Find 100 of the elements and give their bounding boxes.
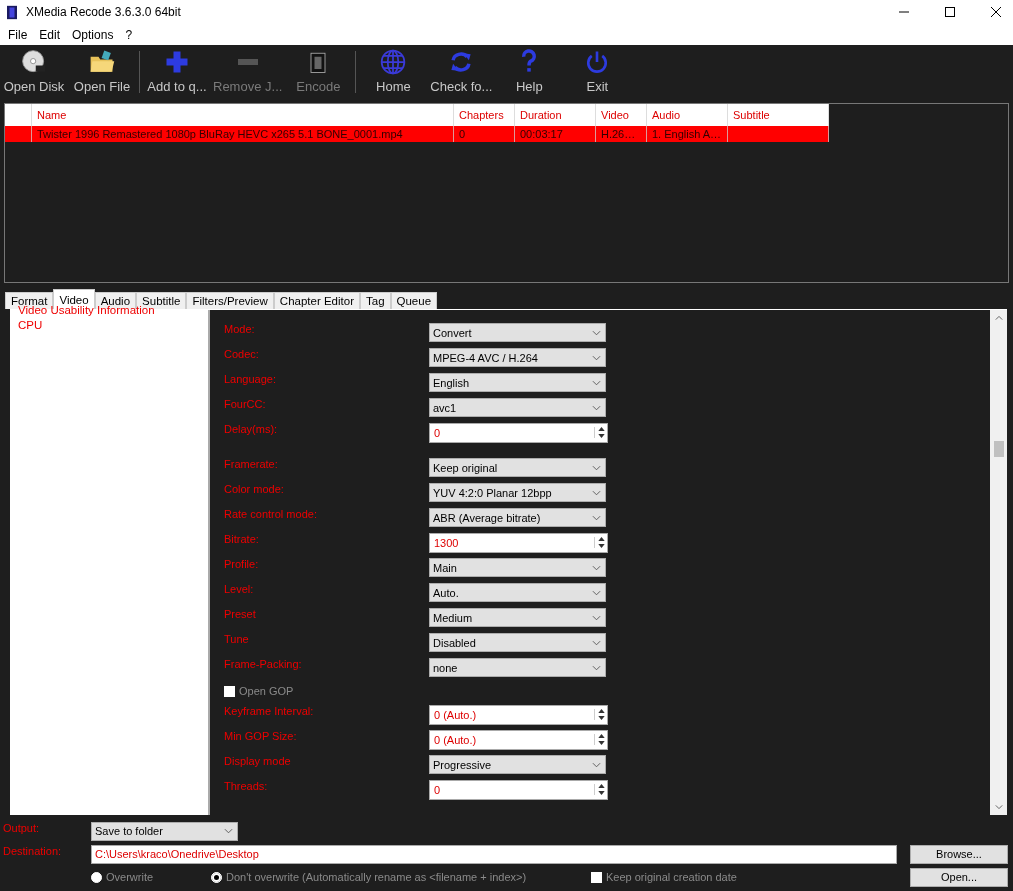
dropdown[interactable]: YUV 4:2:0 Planar 12bpp [429, 483, 606, 502]
toolbar-button[interactable]: Help [495, 48, 564, 94]
dropdown[interactable]: avc1 [429, 398, 606, 417]
radio-label: Don't overwrite (Automatically rename as <filename + index>) [226, 871, 527, 883]
column-header[interactable]: Chapters [453, 104, 515, 126]
setting-label: Keyframe Interval: [224, 705, 315, 717]
spin-field[interactable]: 0 [429, 422, 608, 443]
setting-label: Delay(ms): [224, 423, 279, 435]
spin-up-icon[interactable] [597, 709, 605, 713]
spin-up-icon[interactable] [597, 427, 605, 431]
dropdown[interactable]: none [429, 658, 606, 677]
dropdown[interactable]: MPEG-4 AVC / H.264 [429, 348, 606, 367]
table-cell: 0 [459, 128, 466, 140]
menu-item[interactable]: ? [121, 27, 137, 42]
column-header[interactable]: Audio [646, 104, 728, 126]
spin-field[interactable]: 1300 [429, 532, 608, 553]
minus-icon [237, 59, 258, 65]
chevron-down-icon [592, 354, 601, 361]
destination-field[interactable]: C:\Users\kraco\Onedrive\Desktop [91, 844, 897, 864]
tab[interactable]: Filters/Preview [186, 292, 274, 309]
setting-label: Threads: [224, 780, 269, 792]
category-item[interactable]: CPU [18, 318, 208, 333]
maximize-icon[interactable] [945, 7, 955, 17]
tab[interactable]: Queue [390, 292, 438, 309]
setting-label: FourCC: [224, 398, 267, 410]
globe-icon [379, 48, 408, 76]
dropdown[interactable]: English [429, 373, 606, 392]
spin-field[interactable]: 0 (Auto.) [429, 729, 608, 750]
column-header[interactable]: Video [595, 104, 647, 126]
setting-label: Tune [224, 633, 250, 645]
spin-up-icon[interactable] [597, 784, 605, 788]
table-cell: 00:03:17 [520, 128, 563, 140]
setting-label: Color mode: [224, 483, 285, 495]
tab[interactable]: Chapter Editor [273, 292, 360, 309]
setting-label: Preset [224, 608, 257, 620]
tab[interactable]: Tag [360, 292, 391, 309]
radio-button[interactable] [91, 871, 102, 883]
chevron-down-icon [592, 761, 601, 768]
window-title: XMedia Recode 3.6.3.0 64bit [26, 5, 181, 19]
spin-up-icon[interactable] [597, 537, 605, 541]
dropdown[interactable]: Progressive [429, 755, 606, 774]
open-button[interactable]: Open... [910, 867, 1008, 887]
setting-label: Codec: [224, 348, 260, 360]
chevron-down-icon [224, 828, 233, 834]
menu-item[interactable]: Options [68, 27, 118, 42]
setting-label: Profile: [224, 558, 260, 570]
dropdown[interactable]: Keep original [429, 458, 606, 477]
setting-label: Min GOP Size: [224, 730, 298, 742]
radio-button[interactable] [211, 871, 222, 883]
spin-down-icon[interactable] [597, 741, 605, 745]
close-icon[interactable] [991, 7, 1001, 17]
output-dropdown[interactable]: Save to folder [91, 821, 238, 841]
spin-down-icon[interactable] [597, 716, 605, 720]
chevron-down-icon [592, 664, 601, 671]
film-icon [7, 4, 17, 20]
chevron-down-icon [592, 589, 601, 596]
spin-field[interactable]: 0 (Auto.) [429, 704, 608, 725]
checkbox-label: Keep original creation date [606, 871, 737, 883]
dropdown[interactable]: Medium [429, 608, 606, 627]
table-cell: 1. English A… [652, 128, 722, 140]
spin-down-icon[interactable] [597, 544, 605, 548]
setting-label: Display mode [224, 755, 292, 767]
spin-down-icon[interactable] [597, 791, 605, 795]
chevron-down-icon [592, 404, 601, 411]
toolbar-button[interactable]: Open Disk [0, 48, 68, 94]
column-header[interactable]: Subtitle [727, 104, 829, 126]
dropdown[interactable]: Main [429, 558, 606, 577]
toolbar-button[interactable]: Home [359, 48, 428, 94]
toolbar-button[interactable]: Exit [563, 48, 632, 94]
column-header[interactable]: Name [31, 104, 454, 126]
chevron-down-icon [592, 614, 601, 621]
setting-label: Frame-Packing: [224, 658, 303, 670]
setting-label: Level: [224, 583, 255, 595]
chevron-down-icon [592, 379, 601, 386]
menu-item[interactable]: File [4, 27, 32, 42]
browse-button[interactable]: Browse... [910, 844, 1008, 864]
table-cell: H.26… [601, 128, 636, 140]
dropdown[interactable]: Disabled [429, 633, 606, 652]
spin-up-icon[interactable] [597, 734, 605, 738]
toolbar-button[interactable]: Check fo... [427, 48, 496, 94]
setting-label: Rate control mode: [224, 508, 318, 520]
checkbox-label: Open GOP [239, 685, 294, 697]
table-cell: Twister 1996 Remastered 1080p BluRay HEVC x265 5.1 BONE_0001.mp4 [37, 128, 403, 140]
setting-label: Language: [224, 373, 277, 385]
spin-field[interactable]: 0 [429, 779, 608, 800]
column-header[interactable]: Duration [514, 104, 596, 126]
checkbox[interactable] [224, 685, 235, 697]
spin-down-icon[interactable] [597, 434, 605, 438]
checkbox[interactable] [591, 871, 602, 883]
toolbar-button[interactable]: Open File [68, 48, 136, 94]
menu-item[interactable]: Edit [35, 27, 65, 42]
chevron-down-icon [592, 489, 601, 496]
dropdown[interactable]: Convert [429, 323, 606, 342]
dropdown[interactable]: Auto. [429, 583, 606, 602]
toolbar-button[interactable]: Add to q... [143, 48, 211, 94]
scrollbar[interactable] [990, 310, 1007, 815]
scroll-thumb[interactable] [993, 441, 1004, 457]
destination-label: Destination: [3, 845, 63, 857]
dropdown[interactable]: ABR (Average bitrate) [429, 508, 606, 527]
output-label: Output: [3, 822, 41, 834]
